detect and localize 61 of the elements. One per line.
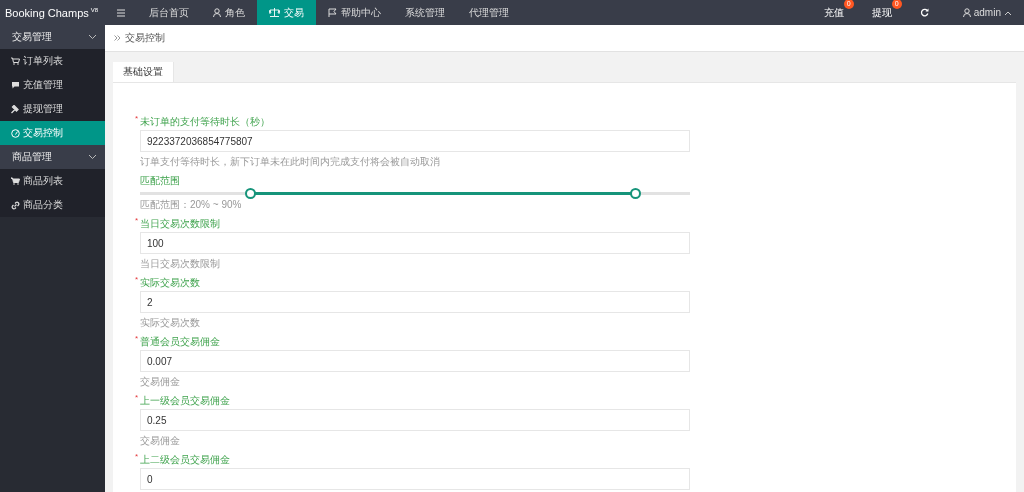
field-label: 上二级会员交易佣金 bbox=[140, 453, 230, 467]
field-label: 上一级会员交易佣金 bbox=[140, 394, 230, 408]
tab[interactable]: 基础设置 bbox=[113, 62, 174, 82]
input-field[interactable]: 0.25 bbox=[140, 409, 690, 431]
nav-tab[interactable]: 后台首页 bbox=[137, 0, 201, 25]
person-icon bbox=[213, 8, 221, 17]
help-text: 交易佣金 bbox=[139, 434, 181, 447]
cart-icon bbox=[11, 177, 20, 185]
person-icon bbox=[962, 8, 971, 17]
input-field[interactable]: 0 bbox=[140, 468, 690, 490]
help-text: 实际交易次数 bbox=[139, 316, 201, 329]
input-field[interactable]: 100 bbox=[140, 232, 690, 254]
input-field[interactable]: 0.007 bbox=[140, 350, 690, 372]
help-text: 订单支付等待时长，新下订单未在此时间内完成支付将会被自动取消 bbox=[139, 155, 441, 168]
field-label: 当日交易次数限制 bbox=[140, 217, 220, 231]
slider-handle[interactable] bbox=[630, 188, 641, 199]
nav-tab[interactable]: 代理管理 bbox=[457, 0, 521, 25]
menu-item[interactable]: 提现管理 bbox=[0, 97, 105, 121]
field-label: 普通会员交易佣金 bbox=[140, 335, 220, 349]
help-text: 匹配范围：20% ~ 90% bbox=[139, 198, 243, 211]
menu-item[interactable]: 商品分类 bbox=[0, 193, 105, 217]
cart-icon bbox=[11, 57, 20, 65]
link-icon bbox=[11, 200, 20, 210]
chevron-icon bbox=[88, 34, 97, 40]
user-menu[interactable]: admin bbox=[942, 0, 1020, 25]
field-label: 实际交易次数 bbox=[140, 276, 200, 290]
required-mark: * bbox=[135, 276, 140, 284]
nav-tab[interactable]: 系统管理 bbox=[393, 0, 457, 25]
app-logo: Booking Champs $^{V8}$ bbox=[5, 6, 99, 19]
help-text: 当日交易次数限制 bbox=[139, 257, 221, 270]
breadcrumb: 交易控制 bbox=[125, 31, 165, 45]
required-mark: * bbox=[135, 453, 140, 461]
nav-tab[interactable]: 交易 bbox=[257, 0, 316, 25]
required-mark: * bbox=[135, 335, 140, 343]
menu-item[interactable]: 商品列表 bbox=[0, 169, 105, 193]
menu-item[interactable]: 交易控制 bbox=[0, 121, 105, 145]
chevron-icon bbox=[88, 154, 97, 160]
refresh-icon[interactable] bbox=[919, 8, 929, 17]
gavel-icon bbox=[11, 104, 20, 114]
scale-icon bbox=[269, 8, 280, 17]
help-text: 交易佣金 bbox=[139, 375, 181, 388]
input-field[interactable]: 2 bbox=[140, 291, 690, 313]
field-label: 未订单的支付等待时长（秒） bbox=[140, 115, 270, 129]
required-mark: * bbox=[135, 217, 140, 225]
menu-item[interactable]: 充值管理 bbox=[0, 73, 105, 97]
required-mark: * bbox=[135, 394, 140, 402]
menu-group[interactable]: 商品管理 bbox=[0, 145, 105, 169]
field-label: 匹配范围 bbox=[140, 174, 180, 188]
menu-group[interactable]: 交易管理 bbox=[0, 25, 105, 49]
caret-icon bbox=[1004, 9, 1012, 16]
gauge-icon bbox=[11, 128, 20, 138]
required-mark: * bbox=[135, 115, 140, 123]
slider-handle[interactable] bbox=[245, 188, 256, 199]
menu-item[interactable]: 订单列表 bbox=[0, 49, 105, 73]
nav-tab[interactable]: 角色 bbox=[201, 0, 257, 25]
flag-icon bbox=[328, 8, 337, 17]
nav-tab[interactable]: 帮助中心 bbox=[316, 0, 393, 25]
menu-icon bbox=[117, 8, 125, 17]
double-chevron-icon bbox=[114, 35, 121, 41]
speech-bubble-icon bbox=[11, 81, 20, 89]
input-field[interactable]: 9223372036854775807 bbox=[140, 130, 690, 152]
